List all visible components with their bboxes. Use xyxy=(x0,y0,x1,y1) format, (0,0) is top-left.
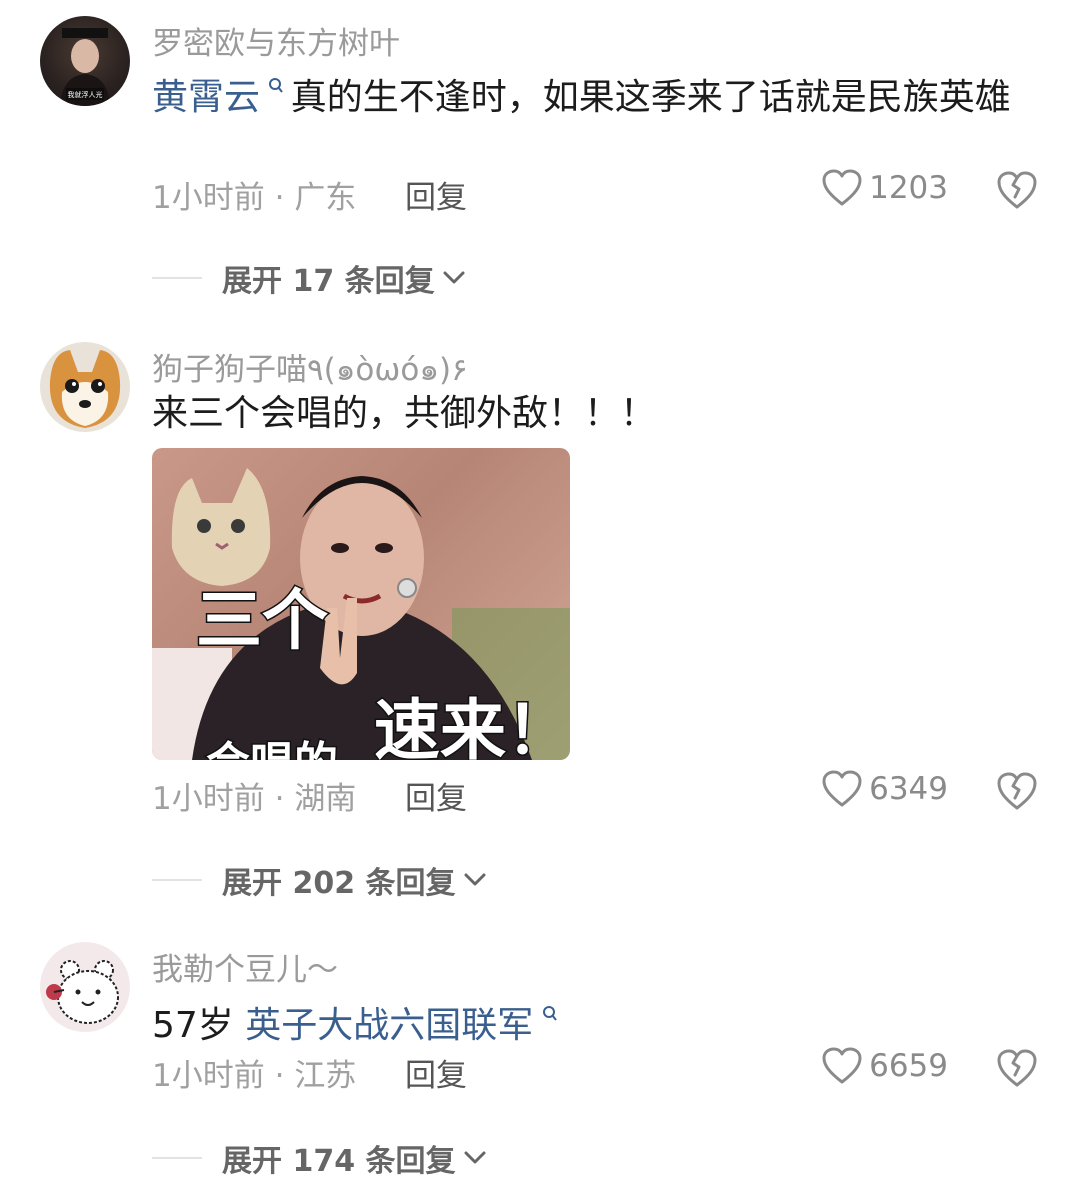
sticker-caption-bottom: 速来！ xyxy=(374,692,570,760)
meta-separator: · xyxy=(274,180,285,216)
avatar[interactable]: 我就浮人光 xyxy=(40,16,130,106)
comment-time: 1小时前 xyxy=(152,781,265,817)
avatar-image xyxy=(46,960,119,1024)
comment-text: 来三个会唱的，共御外敌！！！ xyxy=(152,390,1032,438)
sticker-caption-partial: 会唱的 xyxy=(206,738,338,760)
like-count: 6659 xyxy=(869,1048,948,1084)
like-button[interactable]: 1203 xyxy=(808,168,948,208)
expand-replies[interactable]: 展开 174 条回复 xyxy=(152,1136,486,1180)
comment-location: 湖南 xyxy=(294,781,357,817)
comment-location: 广东 xyxy=(294,180,357,216)
heart-outline-icon[interactable] xyxy=(821,1046,863,1086)
comment-username[interactable]: 罗密欧与东方树叶 xyxy=(152,18,400,63)
divider xyxy=(152,277,202,279)
sticker-caption-top: 三个 xyxy=(196,582,328,659)
comment-username[interactable]: 我勒个豆儿～ xyxy=(152,944,338,989)
comment-prefix: 57岁 xyxy=(152,1005,246,1046)
comment-text: 黄霄云 真的生不逢时，如果这季来了话就是民族英雄 xyxy=(152,64,1032,122)
expand-replies-label[interactable]: 展开 174 条回复 xyxy=(222,1136,456,1180)
divider xyxy=(152,1157,202,1159)
comment-username[interactable]: 狗子狗子喵٩(๑òωó๑)۶ xyxy=(152,344,468,394)
heart-outline-icon[interactable] xyxy=(821,168,863,208)
search-icon[interactable] xyxy=(535,1004,557,1028)
meta-separator: · xyxy=(274,781,285,817)
comment-time: 1小时前 xyxy=(152,180,265,216)
avatar-image xyxy=(49,350,121,428)
avatar-caption: 我就浮人光 xyxy=(68,90,103,99)
like-button[interactable]: 6349 xyxy=(808,769,948,809)
like-count: 6349 xyxy=(869,771,948,807)
expand-replies[interactable]: 展开 17 条回复 xyxy=(152,256,465,300)
comment-text: 57岁 英子大战六国联军 xyxy=(152,992,1032,1050)
expand-replies-label[interactable]: 展开 17 条回复 xyxy=(222,256,435,300)
broken-heart-icon[interactable] xyxy=(994,1045,1040,1091)
comment-meta: 1小时前 · 广东 xyxy=(152,172,356,217)
chevron-down-icon[interactable] xyxy=(464,873,486,887)
avatar[interactable] xyxy=(40,342,130,432)
search-icon[interactable] xyxy=(262,76,291,100)
comment-meta: 1小时前 · 湖南 xyxy=(152,773,356,818)
reply-button[interactable]: 回复 xyxy=(405,1050,467,1095)
reply-button[interactable]: 回复 xyxy=(405,773,467,818)
meta-separator: · xyxy=(274,1058,285,1094)
comment-link[interactable]: 英子大战六国联军 xyxy=(245,1005,533,1046)
comment-body: 真的生不逢时，如果这季来了话就是民族英雄 xyxy=(290,77,1011,118)
comment-meta: 1小时前 · 江苏 xyxy=(152,1050,356,1095)
expand-replies-label[interactable]: 展开 202 条回复 xyxy=(222,858,456,902)
divider xyxy=(152,879,202,881)
reply-button[interactable]: 回复 xyxy=(405,172,467,217)
broken-heart-icon[interactable] xyxy=(994,167,1040,213)
sticker-image: 三个 速来！ 会唱的 xyxy=(152,468,570,760)
comment-time: 1小时前 xyxy=(152,1058,265,1094)
chevron-down-icon[interactable] xyxy=(443,271,465,285)
avatar[interactable] xyxy=(40,942,130,1032)
comment-link[interactable]: 黄霄云 xyxy=(152,77,260,118)
chevron-down-icon[interactable] xyxy=(464,1151,486,1165)
comment-body: 来三个会唱的，共御外敌！！！ xyxy=(152,393,657,434)
comment-location: 江苏 xyxy=(294,1058,357,1094)
avatar-image: 我就浮人光 xyxy=(60,28,110,106)
expand-replies[interactable]: 展开 202 条回复 xyxy=(152,858,486,902)
comment-sticker[interactable]: 三个 速来！ 会唱的 xyxy=(152,448,570,760)
like-button[interactable]: 6659 xyxy=(808,1046,948,1086)
heart-outline-icon[interactable] xyxy=(821,769,863,809)
like-count: 1203 xyxy=(869,170,948,206)
broken-heart-icon[interactable] xyxy=(994,768,1040,814)
